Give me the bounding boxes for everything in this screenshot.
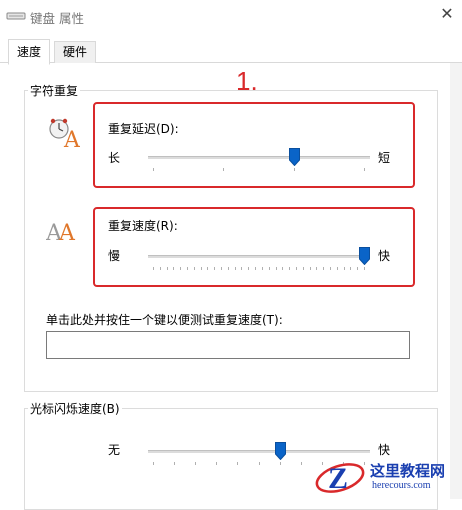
slider-tick [309, 267, 311, 270]
slider-tick [187, 267, 189, 270]
window-title: 键盘 属性 [30, 11, 84, 26]
slider-tick [282, 267, 284, 270]
slider-tick [364, 267, 365, 270]
slider-tick [316, 267, 318, 270]
slider-thumb[interactable] [274, 442, 286, 460]
slider-tick [221, 267, 223, 270]
slider-tick [174, 462, 176, 465]
slider-tick [364, 168, 365, 171]
close-button[interactable]: ✕ [438, 5, 456, 23]
slider-tick [200, 267, 202, 270]
slider-tick [279, 462, 281, 465]
repeat-delay-slider[interactable] [148, 148, 370, 176]
repeat-delay-max-label: 短 [378, 151, 391, 165]
slider-tick [237, 462, 239, 465]
tab-speed[interactable]: 速度 [8, 39, 51, 65]
repeat-rate-min-label: 慢 [108, 249, 121, 263]
slider-tick [255, 267, 257, 270]
right-edge-strip [450, 63, 462, 499]
char-repeat-group-title: 字符重复 [28, 82, 81, 99]
repeat-delay-label: 重复延迟(D): [108, 122, 179, 136]
slider-tick [293, 168, 295, 171]
repeat-rate-max-label: 快 [378, 249, 391, 263]
repeat-rate-label: 重复速度(R): [108, 219, 178, 233]
slider-tick [336, 267, 338, 270]
slider-tick [193, 267, 195, 270]
slider-tick [343, 267, 345, 270]
slider-tick [159, 267, 161, 270]
slider-thumb[interactable] [359, 247, 370, 265]
slider-tick [207, 267, 209, 270]
slider-tick [180, 267, 182, 270]
svg-text:A: A [58, 221, 76, 244]
slider-tick [234, 267, 236, 270]
annotation-step: 1. [236, 66, 258, 96]
slider-tick [300, 462, 302, 465]
slider-tick [241, 267, 243, 270]
slider-tick [261, 267, 263, 270]
slider-track [148, 255, 370, 258]
svg-text:A: A [63, 128, 80, 150]
repeat-delay-min-label: 长 [108, 151, 121, 165]
repeat-rate-slider[interactable] [148, 247, 370, 275]
test-prompt-label: 单击此处并按住一个键以便测试重复速度(T): [46, 313, 283, 327]
slider-tick [248, 267, 250, 270]
slider-tick [289, 267, 291, 270]
cursor-blink-group-title: 光标闪烁速度(B) [28, 400, 122, 417]
slider-tick [153, 168, 154, 171]
slider-tick [214, 267, 216, 270]
slider-tick [216, 462, 218, 465]
cursor-blink-min-label: 无 [108, 443, 121, 457]
repeat-delay-icon: A [49, 118, 80, 150]
watermark-url: herecours.com [372, 480, 431, 491]
slider-track [148, 450, 370, 453]
slider-thumb[interactable] [289, 148, 301, 166]
watermark-badge: Z [328, 462, 348, 495]
slider-tick [223, 168, 225, 171]
slider-tick [153, 267, 154, 270]
watermark-name: 这里教程网 [370, 464, 446, 480]
slider-tick [295, 267, 297, 270]
slider-tick [350, 267, 352, 270]
slider-track [148, 156, 370, 159]
slider-tick [357, 267, 359, 270]
slider-tick [268, 267, 270, 270]
slider-tick [302, 267, 304, 270]
slider-tick [258, 462, 260, 465]
keyboard-icon [6, 12, 26, 20]
watermark-logo-icon: Z [315, 462, 365, 495]
slider-tick [195, 462, 197, 465]
slider-tick [153, 462, 154, 465]
slider-tick [275, 267, 277, 270]
slider-tick [173, 267, 175, 270]
slider-ticks [148, 267, 370, 271]
repeat-test-input[interactable] [46, 331, 410, 359]
slider-ticks [148, 168, 370, 172]
cursor-blink-max-label: 快 [378, 443, 391, 457]
slider-tick [227, 267, 229, 270]
slider-tick [323, 267, 325, 270]
slider-tick [166, 267, 168, 270]
repeat-rate-icon: A A [46, 221, 76, 244]
slider-tick [329, 267, 331, 270]
tab-hardware[interactable]: 硬件 [54, 41, 97, 64]
